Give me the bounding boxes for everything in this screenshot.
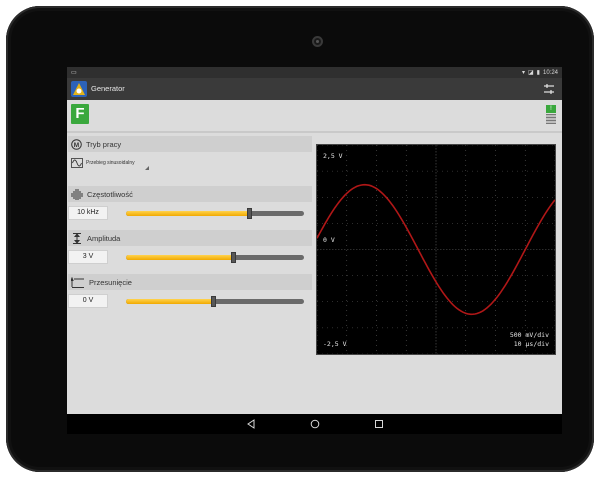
recent-apps-icon[interactable]	[372, 417, 386, 431]
offset-slider[interactable]	[126, 296, 304, 307]
tablet-frame: ▭ ▾ ◪ ▮ 10:24 Generator F ! M Tryb pracy…	[6, 6, 594, 472]
frequency-slider-thumb[interactable]	[246, 208, 252, 219]
offset-slider-thumb[interactable]	[211, 296, 217, 307]
list-icon	[546, 114, 556, 124]
dropdown-indicator-icon	[145, 166, 149, 170]
frequency-icon	[71, 188, 83, 200]
screen: ▭ ▾ ◪ ▮ 10:24 Generator F ! M Tryb pracy…	[67, 67, 562, 434]
device-menu-icon[interactable]: !	[546, 105, 556, 125]
battery-icon: ▮	[536, 70, 540, 76]
waveform-selected: Przebieg sinusoidalny	[86, 159, 135, 166]
frequency-slider-fill	[126, 211, 249, 216]
app-bar: Generator	[67, 78, 562, 100]
app-title: Generator	[91, 84, 125, 93]
amplitude-value[interactable]: 3 V	[68, 250, 108, 264]
device-indicator: !	[546, 105, 556, 113]
offset-value[interactable]: 0 V	[68, 294, 108, 308]
scope-bottom-label: -2,5 V	[323, 340, 347, 348]
status-bar: ▭ ▾ ◪ ▮ 10:24	[67, 67, 562, 78]
amplitude-icon	[73, 232, 81, 244]
main-content: F ! M Tryb pracy Przebieg sinusoidalny C…	[67, 100, 562, 414]
waveform-select[interactable]: Przebieg sinusoidalny	[68, 154, 151, 171]
sine-wave-icon	[71, 157, 83, 168]
frequency-section-header: Częstotliwość	[68, 186, 312, 202]
scope-grid	[316, 144, 556, 355]
app-logo-icon	[71, 81, 87, 97]
amplitude-slider-thumb[interactable]	[230, 252, 236, 263]
scope-volts-per-div: 500 mV/div	[510, 331, 549, 339]
svg-text:M: M	[74, 141, 79, 148]
divider	[67, 131, 562, 133]
notification-icon: ▭	[71, 70, 77, 76]
frequency-value[interactable]: 10 kHz	[68, 206, 108, 220]
oscilloscope-display: 2,5 V 0 V -2,5 V 500 mV/div 10 µs/div	[316, 144, 556, 355]
frequency-label: Częstotliwość	[87, 189, 133, 199]
wifi-icon: ▾	[521, 70, 525, 76]
home-icon[interactable]	[308, 417, 322, 431]
amplitude-slider-fill	[126, 255, 233, 260]
amplitude-label: Amplituda	[87, 233, 121, 243]
offset-icon	[71, 276, 84, 288]
amplitude-slider[interactable]	[126, 252, 304, 263]
scope-top-label: 2,5 V	[323, 152, 343, 160]
frequency-slider[interactable]	[126, 208, 304, 219]
clock: 10:24	[542, 69, 558, 76]
function-badge: F	[71, 104, 89, 124]
navigation-bar	[67, 414, 562, 434]
scope-plot: 2,5 V 0 V -2,5 V 500 mV/div 10 µs/div	[316, 144, 556, 355]
offset-label: Przesunięcie	[89, 277, 132, 287]
mode-section-header: M Tryb pracy	[68, 136, 312, 152]
front-camera	[312, 36, 323, 47]
status-icons: ▾ ◪ ▮ 10:24	[521, 69, 558, 77]
offset-section-header: Przesunięcie	[68, 274, 312, 290]
amplitude-section-header: Amplituda	[68, 230, 312, 246]
settings-sliders-icon[interactable]	[542, 82, 556, 96]
back-icon[interactable]	[244, 417, 258, 431]
signal-icon: ◪	[528, 70, 534, 76]
scope-zero-label: 0 V	[323, 236, 335, 244]
scope-time-per-div: 10 µs/div	[514, 340, 549, 348]
offset-slider-fill	[126, 299, 214, 304]
mode-m-icon: M	[71, 138, 82, 150]
mode-label: Tryb pracy	[86, 139, 122, 149]
